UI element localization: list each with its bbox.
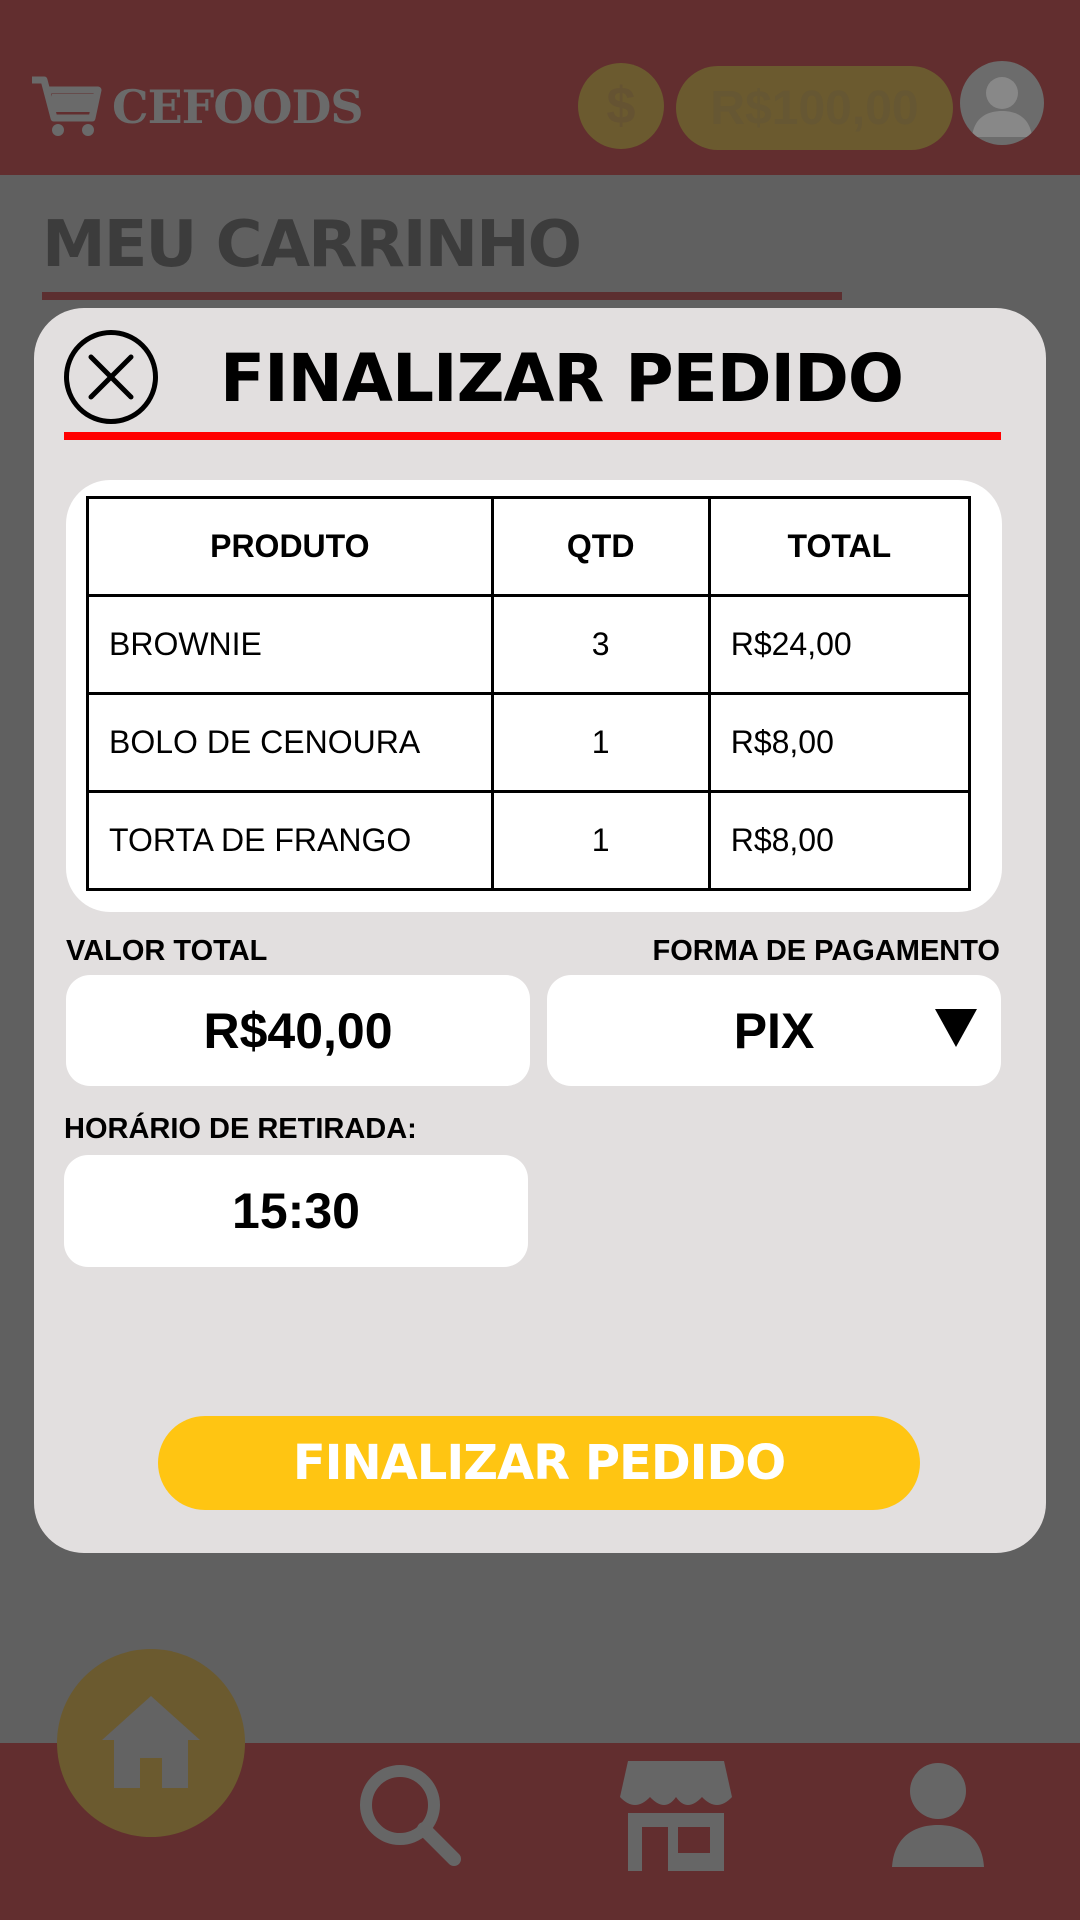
payment-method-select[interactable]: PIX [547, 975, 1001, 1086]
cell-total: R$8,00 [707, 790, 972, 891]
title-underline [42, 292, 842, 300]
user-icon [972, 77, 1032, 137]
table-header-row: PRODUTO QTD TOTAL [86, 496, 972, 597]
home-icon [102, 1696, 200, 1788]
table-row: BROWNIE 3 R$24,00 [86, 594, 972, 695]
nav-search-button[interactable] [350, 1755, 470, 1875]
avatar[interactable] [960, 61, 1044, 145]
payment-method-value: PIX [733, 1002, 815, 1059]
finalize-order-button[interactable]: FINALIZAR PEDIDO [158, 1416, 920, 1510]
cell-produto: TORTA DE FRANGO [86, 790, 494, 891]
modal-title: FINALIZAR PEDIDO [220, 340, 904, 417]
coin-icon[interactable]: $ [578, 63, 664, 149]
cell-qtd: 3 [490, 594, 711, 695]
modal-title-underline [64, 432, 1001, 440]
balance-badge[interactable]: R$100,00 [676, 66, 953, 150]
total-value-field: R$40,00 [66, 975, 530, 1086]
close-button[interactable] [64, 330, 158, 424]
cell-total: R$8,00 [707, 692, 972, 793]
dropdown-arrow-icon [935, 1009, 977, 1047]
search-icon [360, 1765, 461, 1866]
pickup-time-label: HORÁRIO DE RETIRADA: [64, 1113, 417, 1145]
cell-qtd: 1 [490, 790, 711, 891]
close-icon [88, 354, 134, 400]
total-value-label: VALOR TOTAL [66, 935, 268, 967]
cell-total: R$24,00 [707, 594, 972, 695]
pickup-time-value: 15:30 [232, 1183, 360, 1239]
page-title: MEU CARRINHO [42, 208, 582, 282]
store-icon [620, 1761, 732, 1871]
checkout-modal: FINALIZAR PEDIDO PRODUTO QTD TOTAL BROWN… [34, 308, 1046, 1553]
cell-qtd: 1 [490, 692, 711, 793]
nav-store-button[interactable] [616, 1755, 736, 1875]
brand-logo: CEFOODS [30, 72, 364, 142]
cart-icon [32, 76, 102, 136]
order-table-card: PRODUTO QTD TOTAL BROWNIE 3 R$24,00 BOLO… [66, 480, 1002, 912]
column-header-qtd: QTD [490, 496, 711, 597]
table-row: BOLO DE CENOURA 1 R$8,00 [86, 692, 972, 793]
nav-profile-button[interactable] [878, 1755, 998, 1875]
column-header-produto: PRODUTO [86, 496, 494, 597]
profile-icon [892, 1763, 984, 1867]
cell-produto: BOLO DE CENOURA [86, 692, 494, 793]
brand-name: CEFOODS [112, 80, 364, 134]
cell-produto: BROWNIE [86, 594, 494, 695]
column-header-total: TOTAL [707, 496, 972, 597]
total-value: R$40,00 [203, 1002, 393, 1059]
nav-home-button[interactable] [57, 1649, 245, 1837]
pickup-time-field[interactable]: 15:30 [64, 1155, 528, 1267]
table-row: TORTA DE FRANGO 1 R$8,00 [86, 790, 972, 891]
payment-method-label: FORMA DE PAGAMENTO [652, 935, 1000, 967]
order-table: PRODUTO QTD TOTAL BROWNIE 3 R$24,00 BOLO… [86, 496, 972, 891]
